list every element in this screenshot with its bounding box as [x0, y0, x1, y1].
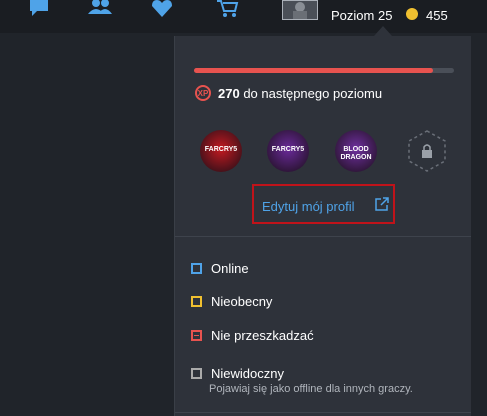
status-invisible[interactable]: Niewidoczny	[191, 364, 451, 384]
chat-icon[interactable]	[28, 0, 50, 18]
xp-text: do następnego poziomu	[243, 86, 383, 101]
status-away[interactable]: Nieobecny	[191, 292, 451, 312]
game-badge-blood-dragon[interactable]: BLOOD DRAGON	[335, 130, 377, 172]
profile-dropdown: XP 270 do następnego poziomu FARCRY5 FAR…	[174, 36, 471, 416]
divider	[175, 412, 471, 413]
coin-icon	[406, 8, 418, 20]
game-badge-farcry5[interactable]: FARCRY5	[200, 130, 242, 172]
status-online[interactable]: Online	[191, 259, 451, 279]
edit-profile-link[interactable]: Edytuj mój profil	[262, 199, 354, 214]
xp-progress-bar	[194, 68, 454, 73]
divider	[175, 236, 471, 237]
friends-icon[interactable]	[88, 0, 112, 18]
status-invisible-description: Pojawiaj się jako offline dla innych gra…	[209, 383, 413, 395]
xp-progress-fill	[194, 68, 434, 73]
game-badge-farcry5-alt[interactable]: FARCRY5	[267, 130, 309, 172]
status-label: Online	[211, 261, 249, 276]
level-label[interactable]: Poziom 25	[331, 8, 392, 23]
status-dnd-icon	[191, 330, 202, 341]
avatar[interactable]	[282, 0, 318, 20]
status-do-not-disturb[interactable]: Nie przeszkadzać	[191, 326, 451, 346]
wishlist-icon[interactable]	[151, 0, 173, 18]
external-link-icon[interactable]	[375, 197, 389, 211]
xp-icon: XP	[195, 85, 211, 101]
status-label: Nieobecny	[211, 294, 273, 309]
status-label: Nie przeszkadzać	[211, 328, 314, 343]
status-away-icon	[191, 296, 202, 307]
dropdown-caret	[374, 26, 392, 36]
top-bar: Poziom 25 455	[0, 0, 487, 33]
status-invisible-icon	[191, 368, 202, 379]
status-online-icon	[191, 263, 202, 274]
xp-amount: 270	[218, 86, 240, 101]
edit-profile-highlight: Edytuj mój profil	[252, 184, 395, 224]
xp-to-next-level: 270 do następnego poziomu	[218, 86, 382, 101]
coin-amount: 455	[426, 8, 448, 23]
locked-slot-icon	[405, 129, 449, 173]
cart-icon[interactable]	[217, 0, 239, 18]
status-label: Niewidoczny	[211, 366, 284, 381]
